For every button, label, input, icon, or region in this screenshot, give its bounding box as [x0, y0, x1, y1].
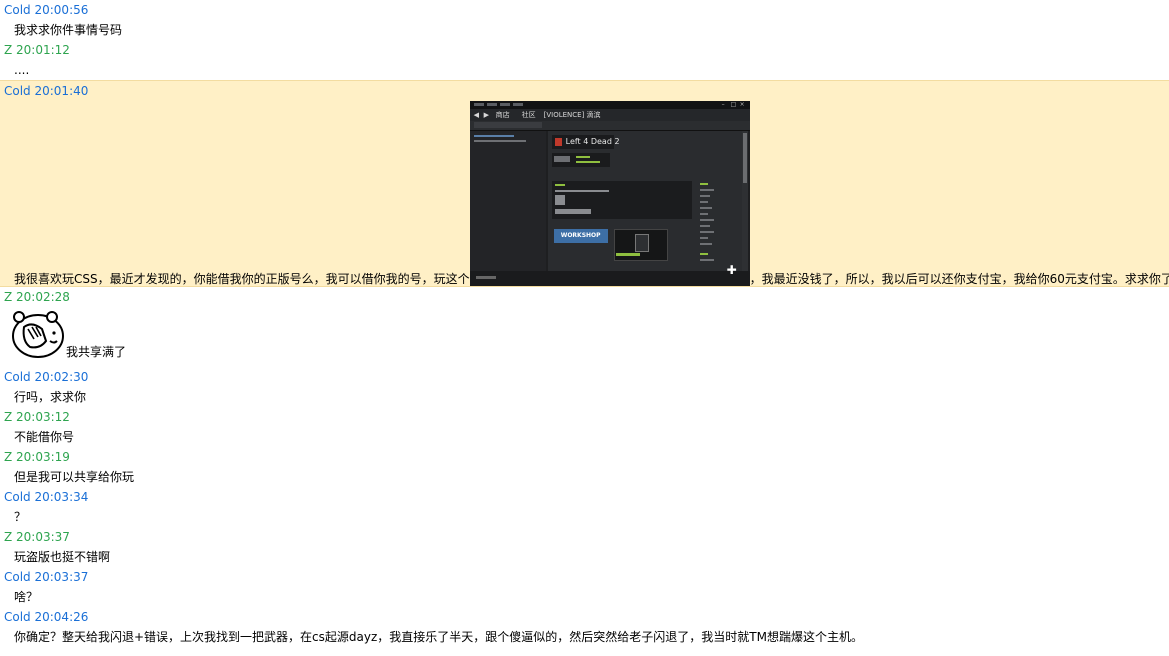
shot-back-icon: ◀ [473, 111, 480, 119]
facepalm-face-icon [12, 311, 64, 358]
chat-message: Z 20:03:12 不能借你号 [0, 407, 1169, 447]
shot-menu-item [512, 103, 523, 106]
embedded-screenshot[interactable]: – □ × ◀ ▶ 商店 社区 [VIOLENCE] 滴滨 Left 4 Dea… [469, 101, 750, 286]
shot-tab-store: 商店 [495, 111, 510, 119]
chat-message: Cold 20:00:56 我求求你件事情号码 [0, 0, 1169, 40]
shot-maximize-icon: □ [730, 101, 737, 108]
shot-link [699, 213, 708, 215]
message-header: Cold 20:03:34 [4, 490, 89, 504]
shot-game-title: Left 4 Dead 2 [551, 135, 620, 149]
shot-rating-stars-icon [615, 253, 640, 256]
message-text: 我共享满了 [0, 307, 1169, 367]
shot-links-heading [699, 253, 708, 255]
shot-link [699, 225, 710, 227]
shot-status-bar [469, 271, 750, 286]
shot-link [699, 201, 708, 203]
shot-menu-item [499, 103, 510, 106]
shot-menu-item [486, 103, 497, 106]
message-text: 行吗，求求你 [14, 390, 87, 404]
shot-panel-text [554, 190, 609, 192]
shot-links-list [698, 183, 738, 269]
shot-link [699, 237, 708, 239]
shot-achievements-panel [551, 181, 692, 219]
message-header: Cold 20:00:56 [4, 3, 89, 17]
shot-link [699, 231, 714, 233]
chat-message: Z 20:03:37 玩盗版也挺不错啊 [0, 527, 1169, 567]
shot-game-list-item [473, 135, 514, 137]
shot-achievement-icon [554, 195, 565, 205]
shot-add-game-link [475, 276, 496, 279]
chat-message: Z 20:02:28 我共享满了 [0, 287, 1169, 367]
shot-document-icon [634, 234, 649, 252]
message-header: Cold 20:02:30 [4, 370, 89, 384]
message-text: 啥？ [14, 590, 39, 604]
chat-message: Z 20:03:19 但是我可以共享给你玩 [0, 447, 1169, 487]
shot-play-button [553, 156, 570, 162]
shot-link [699, 259, 714, 261]
cursor-plus-icon: ✚ [726, 263, 737, 277]
message-text-after: ，我最近没钱了，所以，我以后可以还你支付宝，我给你60元支付宝。求求你了 [749, 272, 1169, 286]
shot-search-input [473, 122, 542, 128]
shot-game-list-item [473, 140, 526, 142]
message-text: .... [14, 63, 30, 77]
shot-link [699, 207, 712, 209]
message-text: ？ [14, 510, 27, 524]
chat-message-highlighted: Cold 20:01:40 我很喜欢玩CSS，最近才发现的，你能借我你的正版号么… [0, 80, 1169, 287]
message-text: 但是我可以共享给你玩 [14, 470, 135, 484]
shot-forward-icon: ▶ [483, 111, 490, 119]
shot-game-list [469, 131, 546, 271]
message-text-value: 我共享满了 [66, 345, 127, 359]
shot-played-line [575, 156, 590, 158]
message-text: 我很喜欢玩CSS，最近才发现的，你能借我你的正版号么，我可以借你我的号，玩这个 … [0, 101, 1169, 286]
shot-play-box [551, 153, 610, 167]
message-header: Z 20:03:19 [4, 450, 70, 464]
shot-game-title-text: Left 4 Dead 2 [565, 137, 620, 146]
message-header: Cold 20:04:26 [4, 610, 89, 624]
shot-links-heading [699, 183, 708, 185]
shot-doc-panel [613, 229, 668, 261]
chat-message: Z 20:01:12 .... [0, 40, 1169, 80]
shot-link [699, 189, 714, 191]
shot-close-icon: × [739, 101, 745, 108]
message-text-before: 我很喜欢玩CSS，最近才发现的，你能借我你的正版号么，我可以借你我的号，玩这个 [14, 272, 470, 286]
shot-played-line [575, 161, 600, 163]
message-header: Z 20:03:12 [4, 410, 70, 424]
message-text: 我求求你件事情号码 [14, 23, 123, 37]
message-header: Cold 20:01:40 [4, 84, 89, 98]
shot-menubar: – □ × [469, 101, 750, 109]
chat-message: Cold 20:03:34 ？ [0, 487, 1169, 527]
chat-log: Cold 20:00:56 我求求你件事情号码 Z 20:01:12 .... … [0, 0, 1169, 647]
message-text: 玩盗版也挺不错啊 [14, 550, 111, 564]
shot-tab-community: 社区 [521, 111, 536, 119]
chat-message: Cold 20:04:26 你确定？整天给我闪退+错误，上次我找到一把武器，在c… [0, 607, 1169, 647]
shot-scroll-thumb [742, 133, 747, 183]
shot-navbar: ◀ ▶ 商店 社区 [VIOLENCE] 滴滨 [469, 109, 750, 121]
shot-menu-item [473, 103, 484, 106]
shot-tab-username: [VIOLENCE] 滴滨 [543, 111, 601, 119]
message-header: Z 20:01:12 [4, 43, 70, 57]
message-header: Z 20:03:37 [4, 530, 70, 544]
chat-message: Cold 20:02:30 行吗，求求你 [0, 367, 1169, 407]
message-header: Cold 20:03:37 [4, 570, 89, 584]
shot-link [699, 219, 714, 221]
shot-scrollbar [741, 131, 748, 271]
shot-minimize-icon: – [721, 101, 725, 108]
shot-panel-heading [554, 184, 565, 186]
shot-workshop-banner: WORKSHOP [553, 229, 608, 243]
shot-link [699, 243, 712, 245]
shot-link [699, 195, 710, 197]
shot-panel-button [554, 209, 591, 214]
message-header: Z 20:02:28 [4, 290, 70, 304]
chat-message: Cold 20:03:37 啥？ [0, 567, 1169, 607]
l4d2-logo-icon [554, 137, 562, 146]
message-text: 你确定？整天给我闪退+错误，上次我找到一把武器，在cs起源dayz，我直接乐了半… [14, 630, 863, 644]
message-text: 不能借你号 [14, 430, 75, 444]
